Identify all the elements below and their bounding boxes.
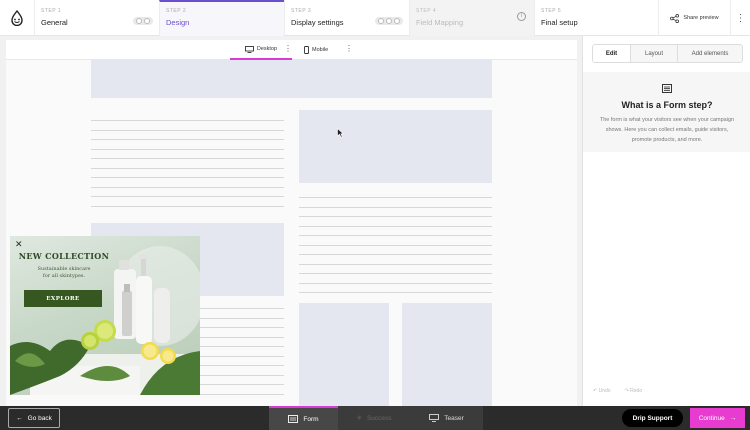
- mobile-icon: [304, 46, 309, 54]
- mock-text-line: [91, 205, 284, 207]
- tab-mobile[interactable]: Mobile: [304, 40, 334, 60]
- mock-text-line: [91, 158, 284, 159]
- step-navigation: STEP 1 General STEP 2 Design STEP 3 Disp…: [0, 0, 750, 36]
- step-toggle[interactable]: [133, 17, 153, 25]
- popup-preview[interactable]: ✕ NEW COLLECTION Sustainable skincare fo…: [10, 236, 200, 395]
- step-number: STEP 4: [416, 8, 437, 14]
- explore-button[interactable]: EXPLORE: [24, 290, 102, 307]
- continue-button[interactable]: Continue →: [690, 408, 745, 428]
- undo-label: Undo: [598, 388, 611, 394]
- mock-text-line: [91, 120, 284, 121]
- form-tab-icon: [288, 415, 299, 423]
- mock-text-line: [299, 254, 492, 255]
- step-label: Field Mapping: [416, 18, 464, 27]
- step-number: STEP 5: [541, 8, 562, 14]
- mock-text-line: [91, 186, 284, 188]
- step-number: STEP 3: [291, 8, 312, 14]
- step-number: STEP 2: [166, 8, 187, 14]
- tab-success[interactable]: ✳ Success: [338, 406, 410, 430]
- step-general[interactable]: STEP 1 General: [34, 0, 159, 36]
- more-menu-icon[interactable]: ⋮: [730, 0, 750, 36]
- step-field-mapping[interactable]: STEP 4 Field Mapping i: [409, 0, 534, 36]
- mock-image-block: [402, 303, 492, 406]
- mock-text-line: [299, 263, 492, 265]
- mock-text-line: [299, 197, 492, 198]
- info-description: The form is what your visitors see when …: [599, 117, 735, 143]
- step-label: Final setup: [541, 18, 578, 27]
- share-icon: [670, 13, 680, 23]
- mock-text-line: [299, 225, 492, 227]
- step-label: Design: [166, 18, 190, 27]
- form-icon: [662, 84, 672, 93]
- mock-text-line: [299, 206, 492, 208]
- drip-support-button[interactable]: Drip Support: [622, 409, 683, 427]
- mock-image-block: [299, 303, 389, 406]
- device-switcher: Desktop ⋮ Mobile ⋮: [6, 40, 577, 60]
- form-tab-label: Form: [303, 415, 319, 423]
- history-controls: ↶ Undo ↷ Redo: [593, 388, 642, 394]
- info-icon[interactable]: i: [517, 12, 526, 21]
- desktop-options-icon[interactable]: ⋮: [284, 44, 292, 53]
- panel-tabs: Edit Layout Add elements: [592, 44, 743, 63]
- bottom-toolbar: ← Go back Form ✳ Success Teaser Drip Sup…: [0, 406, 750, 430]
- mock-text-line: [299, 216, 492, 217]
- sparkle-icon: ✳: [356, 415, 362, 422]
- mock-text-line: [91, 177, 284, 178]
- redo-button[interactable]: ↷ Redo: [625, 388, 643, 394]
- tab-form[interactable]: Form: [269, 406, 338, 430]
- popup-close-icon[interactable]: ✕: [15, 239, 23, 250]
- tab-add-elements[interactable]: Add elements: [677, 45, 742, 62]
- arrow-right-icon: →: [729, 414, 737, 422]
- popup-title: NEW COLLECTION: [18, 251, 110, 261]
- form-step-info: What is a Form step? The form is what yo…: [583, 72, 750, 152]
- teaser-icon: [429, 414, 440, 422]
- teaser-tab-label: Teaser: [444, 414, 464, 422]
- popup-subtitle-line: Sustainable skincare: [37, 266, 91, 272]
- go-back-label: Go back: [27, 414, 52, 422]
- mock-text-line: [299, 292, 492, 293]
- undo-button[interactable]: ↶ Undo: [593, 388, 611, 394]
- popup-subtitle-line: for all skintypes.: [42, 273, 86, 279]
- mobile-options-icon[interactable]: ⋮: [345, 44, 353, 53]
- mock-text-line: [91, 129, 284, 131]
- success-tab-label: Success: [366, 414, 392, 422]
- mock-text-line: [91, 167, 284, 169]
- info-heading: What is a Form step?: [621, 100, 713, 110]
- tab-desktop[interactable]: Desktop: [230, 40, 292, 60]
- settings-panel: Edit Layout Add elements What is a Form …: [582, 36, 750, 406]
- mock-text-line: [91, 196, 284, 197]
- mock-image-block: [299, 110, 492, 183]
- tab-teaser[interactable]: Teaser: [410, 406, 483, 430]
- drip-logo-icon[interactable]: [0, 0, 34, 36]
- desktop-icon: [244, 45, 254, 53]
- go-back-button[interactable]: ← Go back: [8, 408, 60, 428]
- step-design[interactable]: STEP 2 Design: [159, 0, 284, 36]
- mock-text-line: [299, 282, 492, 284]
- mock-text-line: [299, 273, 492, 274]
- mock-text-line: [91, 139, 284, 140]
- desktop-label: Desktop: [256, 46, 278, 52]
- mouse-cursor-icon: [337, 128, 344, 138]
- share-preview-button[interactable]: Share preview: [658, 0, 730, 36]
- tab-layout[interactable]: Layout: [630, 45, 677, 62]
- redo-label: Redo: [630, 388, 643, 394]
- share-preview-label: Share preview: [683, 15, 719, 21]
- mobile-label: Mobile: [312, 47, 329, 53]
- step-final-setup[interactable]: STEP 5 Final setup: [534, 0, 658, 36]
- mock-text-line: [91, 148, 284, 150]
- step-number: STEP 1: [41, 8, 62, 14]
- tab-edit[interactable]: Edit: [593, 45, 630, 62]
- arrow-left-icon: ←: [16, 414, 23, 422]
- continue-label: Continue: [698, 414, 725, 422]
- mock-text-line: [299, 244, 492, 246]
- popup-subtitle: Sustainable skincare for all skintypes.: [24, 266, 104, 280]
- mock-header-block: [91, 60, 492, 98]
- mock-text-line: [299, 235, 492, 236]
- step-toggle[interactable]: [375, 17, 403, 25]
- step-display-settings[interactable]: STEP 3 Display settings: [284, 0, 409, 36]
